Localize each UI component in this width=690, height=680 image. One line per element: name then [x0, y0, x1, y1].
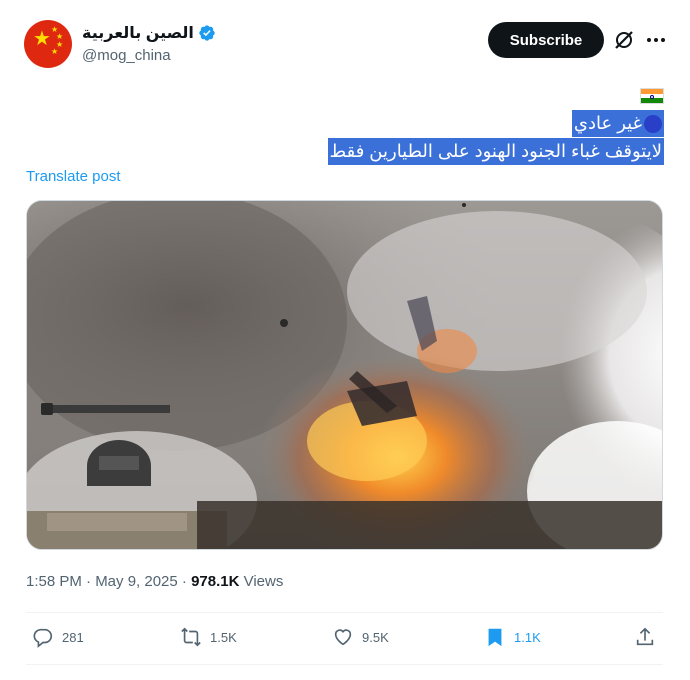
- author-display-name[interactable]: الصين بالعربية: [82, 23, 194, 43]
- divider: [26, 612, 663, 613]
- reply-button[interactable]: 281: [32, 626, 84, 648]
- avatar[interactable]: ★ ★ ★ ★ ★: [24, 20, 72, 68]
- post-text-line-1-label: غير عادي: [573, 113, 642, 133]
- like-icon: [334, 629, 352, 646]
- view-count: 978.1K: [191, 573, 240, 590]
- post-timestamp[interactable]: 1:58 PM · May 9, 2025 ·: [26, 573, 191, 590]
- more-icon[interactable]: [644, 28, 668, 52]
- author-handle[interactable]: @mog_china: [82, 47, 216, 64]
- verified-badge-icon: [199, 25, 215, 41]
- reply-count: 281: [62, 629, 84, 645]
- post-media-video[interactable]: [26, 200, 663, 550]
- share-icon: [636, 627, 654, 646]
- share-button[interactable]: [634, 626, 656, 648]
- subscribe-button[interactable]: Subscribe: [488, 22, 604, 58]
- post-text-line-2: لايتوقف غباء الجنود الهنود على الطيارين …: [327, 138, 664, 165]
- repost-button[interactable]: 1.5K: [180, 626, 237, 648]
- bookmark-count: 1.1K: [514, 629, 541, 645]
- author-info: الصين بالعربية @mog_china: [82, 22, 216, 64]
- grok-icon[interactable]: [612, 28, 636, 52]
- repost-icon: [181, 627, 201, 647]
- repost-count: 1.5K: [210, 629, 237, 645]
- divider: [26, 664, 663, 665]
- post-meta: 1:58 PM · May 9, 2025 · 978.1K Views: [26, 573, 283, 590]
- flag-small-star-icon: ★: [51, 47, 59, 56]
- flag-star-icon: ★: [33, 28, 51, 50]
- reply-icon: [33, 628, 53, 648]
- explosion-image: [27, 201, 662, 549]
- post-header: ★ ★ ★ ★ ★ الصين بالعربية @mog_china Subs…: [24, 18, 666, 74]
- bookmark-icon: [488, 628, 502, 647]
- like-button[interactable]: 9.5K: [332, 626, 389, 648]
- post-text-line-1: غير عادي: [571, 110, 664, 137]
- views-label: Views: [239, 573, 284, 590]
- blue-circle-icon: [644, 114, 662, 133]
- translate-post-link[interactable]: Translate post: [26, 168, 121, 185]
- bookmark-button[interactable]: 1.1K: [484, 626, 541, 648]
- action-bar: 281 1.5K 9.5K 1.1K: [26, 614, 663, 664]
- india-flag-icon: [640, 88, 664, 104]
- like-count: 9.5K: [362, 629, 389, 645]
